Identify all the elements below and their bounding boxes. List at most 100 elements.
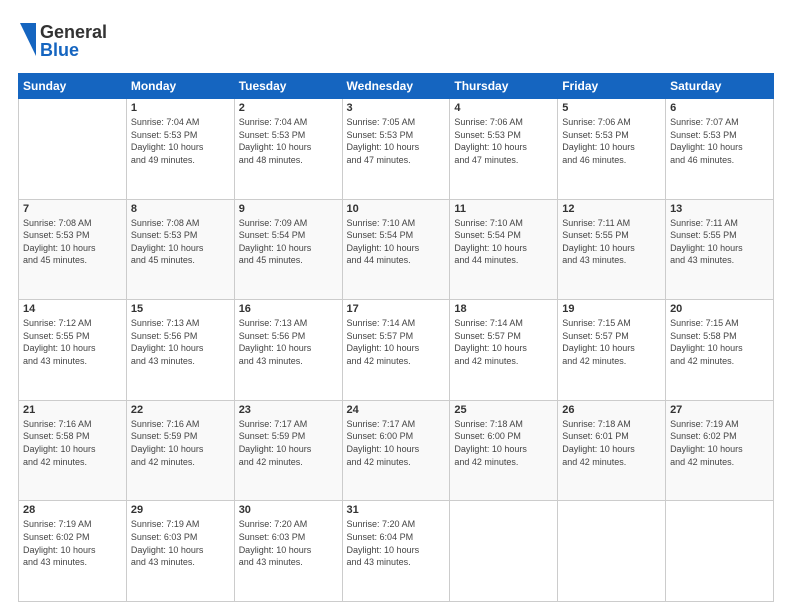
svg-text:Blue: Blue — [40, 40, 79, 60]
day-info: Sunrise: 7:07 AM Sunset: 5:53 PM Dayligh… — [670, 116, 769, 166]
calendar-row-4: 28 Sunrise: 7:19 AM Sunset: 6:02 PM Dayli… — [19, 501, 774, 602]
day-number: 1 — [131, 102, 230, 114]
day-info: Sunrise: 7:10 AM Sunset: 5:54 PM Dayligh… — [454, 217, 553, 267]
day-info: Sunrise: 7:10 AM Sunset: 5:54 PM Dayligh… — [347, 217, 446, 267]
calendar-cell: 2 Sunrise: 7:04 AM Sunset: 5:53 PM Daylig… — [234, 99, 342, 200]
day-info: Sunrise: 7:16 AM Sunset: 5:58 PM Dayligh… — [23, 418, 122, 468]
logo-svg: GeneralBlue — [18, 18, 108, 63]
day-info: Sunrise: 7:15 AM Sunset: 5:57 PM Dayligh… — [562, 317, 661, 367]
day-info: Sunrise: 7:05 AM Sunset: 5:53 PM Dayligh… — [347, 116, 446, 166]
day-number: 25 — [454, 404, 553, 416]
day-info: Sunrise: 7:18 AM Sunset: 6:00 PM Dayligh… — [454, 418, 553, 468]
page: GeneralBlue SundayMondayTuesdayWednesday… — [0, 0, 792, 612]
day-number: 28 — [23, 504, 122, 516]
day-info: Sunrise: 7:19 AM Sunset: 6:02 PM Dayligh… — [23, 518, 122, 568]
day-number: 19 — [562, 303, 661, 315]
day-number: 22 — [131, 404, 230, 416]
calendar-cell: 12 Sunrise: 7:11 AM Sunset: 5:55 PM Dayli… — [558, 199, 666, 300]
day-number: 14 — [23, 303, 122, 315]
weekday-header-thursday: Thursday — [450, 74, 558, 99]
weekday-header-row: SundayMondayTuesdayWednesdayThursdayFrid… — [19, 74, 774, 99]
day-number: 21 — [23, 404, 122, 416]
day-number: 29 — [131, 504, 230, 516]
header: GeneralBlue — [18, 18, 774, 63]
day-info: Sunrise: 7:09 AM Sunset: 5:54 PM Dayligh… — [239, 217, 338, 267]
calendar-cell: 16 Sunrise: 7:13 AM Sunset: 5:56 PM Dayli… — [234, 300, 342, 401]
day-number: 12 — [562, 203, 661, 215]
calendar-row-0: 1 Sunrise: 7:04 AM Sunset: 5:53 PM Daylig… — [19, 99, 774, 200]
calendar-cell — [666, 501, 774, 602]
day-number: 7 — [23, 203, 122, 215]
day-info: Sunrise: 7:15 AM Sunset: 5:58 PM Dayligh… — [670, 317, 769, 367]
day-info: Sunrise: 7:17 AM Sunset: 6:00 PM Dayligh… — [347, 418, 446, 468]
day-number: 27 — [670, 404, 769, 416]
calendar-cell — [450, 501, 558, 602]
day-info: Sunrise: 7:20 AM Sunset: 6:04 PM Dayligh… — [347, 518, 446, 568]
calendar-cell: 10Sunrise: 7:10 AM Sunset: 5:54 PM Dayli… — [342, 199, 450, 300]
calendar-cell: 3 Sunrise: 7:05 AM Sunset: 5:53 PM Daylig… — [342, 99, 450, 200]
day-number: 5 — [562, 102, 661, 114]
calendar-cell: 15 Sunrise: 7:13 AM Sunset: 5:56 PM Dayli… — [126, 300, 234, 401]
day-info: Sunrise: 7:17 AM Sunset: 5:59 PM Dayligh… — [239, 418, 338, 468]
day-info: Sunrise: 7:19 AM Sunset: 6:02 PM Dayligh… — [670, 418, 769, 468]
calendar-cell: 27 Sunrise: 7:19 AM Sunset: 6:02 PM Dayli… — [666, 400, 774, 501]
day-number: 15 — [131, 303, 230, 315]
day-info: Sunrise: 7:06 AM Sunset: 5:53 PM Dayligh… — [562, 116, 661, 166]
calendar-cell: 30 Sunrise: 7:20 AM Sunset: 6:03 PM Dayli… — [234, 501, 342, 602]
day-info: Sunrise: 7:11 AM Sunset: 5:55 PM Dayligh… — [562, 217, 661, 267]
calendar-cell: 18 Sunrise: 7:14 AM Sunset: 5:57 PM Dayli… — [450, 300, 558, 401]
calendar-cell: 8 Sunrise: 7:08 AM Sunset: 5:53 PM Daylig… — [126, 199, 234, 300]
day-number: 11 — [454, 203, 553, 215]
calendar-cell: 14Sunrise: 7:12 AM Sunset: 5:55 PM Dayli… — [19, 300, 127, 401]
calendar-cell: 20Sunrise: 7:15 AM Sunset: 5:58 PM Dayli… — [666, 300, 774, 401]
day-info: Sunrise: 7:16 AM Sunset: 5:59 PM Dayligh… — [131, 418, 230, 468]
weekday-header-monday: Monday — [126, 74, 234, 99]
day-info: Sunrise: 7:13 AM Sunset: 5:56 PM Dayligh… — [239, 317, 338, 367]
weekday-header-saturday: Saturday — [666, 74, 774, 99]
calendar-cell: 28 Sunrise: 7:19 AM Sunset: 6:02 PM Dayli… — [19, 501, 127, 602]
calendar-cell: 13Sunrise: 7:11 AM Sunset: 5:55 PM Dayli… — [666, 199, 774, 300]
day-number: 3 — [347, 102, 446, 114]
day-info: Sunrise: 7:18 AM Sunset: 6:01 PM Dayligh… — [562, 418, 661, 468]
day-number: 18 — [454, 303, 553, 315]
calendar-row-3: 21 Sunrise: 7:16 AM Sunset: 5:58 PM Dayli… — [19, 400, 774, 501]
day-info: Sunrise: 7:19 AM Sunset: 6:03 PM Dayligh… — [131, 518, 230, 568]
day-number: 9 — [239, 203, 338, 215]
weekday-header-tuesday: Tuesday — [234, 74, 342, 99]
calendar-table: SundayMondayTuesdayWednesdayThursdayFrid… — [18, 73, 774, 602]
calendar-cell: 23 Sunrise: 7:17 AM Sunset: 5:59 PM Dayli… — [234, 400, 342, 501]
calendar-cell: 31Sunrise: 7:20 AM Sunset: 6:04 PM Dayli… — [342, 501, 450, 602]
day-info: Sunrise: 7:08 AM Sunset: 5:53 PM Dayligh… — [131, 217, 230, 267]
calendar-cell: 21 Sunrise: 7:16 AM Sunset: 5:58 PM Dayli… — [19, 400, 127, 501]
logo: GeneralBlue — [18, 18, 108, 63]
calendar-cell — [19, 99, 127, 200]
day-info: Sunrise: 7:20 AM Sunset: 6:03 PM Dayligh… — [239, 518, 338, 568]
day-info: Sunrise: 7:04 AM Sunset: 5:53 PM Dayligh… — [239, 116, 338, 166]
calendar-cell: 4 Sunrise: 7:06 AM Sunset: 5:53 PM Daylig… — [450, 99, 558, 200]
calendar-cell: 6Sunrise: 7:07 AM Sunset: 5:53 PM Daylig… — [666, 99, 774, 200]
day-number: 4 — [454, 102, 553, 114]
day-info: Sunrise: 7:08 AM Sunset: 5:53 PM Dayligh… — [23, 217, 122, 267]
day-number: 16 — [239, 303, 338, 315]
calendar-cell: 19 Sunrise: 7:15 AM Sunset: 5:57 PM Dayli… — [558, 300, 666, 401]
calendar-cell: 1Sunrise: 7:04 AM Sunset: 5:53 PM Daylig… — [126, 99, 234, 200]
day-number: 17 — [347, 303, 446, 315]
calendar-cell — [558, 501, 666, 602]
calendar-row-2: 14Sunrise: 7:12 AM Sunset: 5:55 PM Dayli… — [19, 300, 774, 401]
calendar-cell: 29 Sunrise: 7:19 AM Sunset: 6:03 PM Dayli… — [126, 501, 234, 602]
calendar-cell: 7 Sunrise: 7:08 AM Sunset: 5:53 PM Daylig… — [19, 199, 127, 300]
day-info: Sunrise: 7:06 AM Sunset: 5:53 PM Dayligh… — [454, 116, 553, 166]
calendar-cell: 9 Sunrise: 7:09 AM Sunset: 5:54 PM Daylig… — [234, 199, 342, 300]
day-info: Sunrise: 7:14 AM Sunset: 5:57 PM Dayligh… — [454, 317, 553, 367]
svg-text:General: General — [40, 22, 107, 42]
calendar-cell: 26 Sunrise: 7:18 AM Sunset: 6:01 PM Dayli… — [558, 400, 666, 501]
calendar-cell: 11 Sunrise: 7:10 AM Sunset: 5:54 PM Dayli… — [450, 199, 558, 300]
day-number: 23 — [239, 404, 338, 416]
day-info: Sunrise: 7:13 AM Sunset: 5:56 PM Dayligh… — [131, 317, 230, 367]
day-number: 8 — [131, 203, 230, 215]
day-number: 30 — [239, 504, 338, 516]
calendar-row-1: 7 Sunrise: 7:08 AM Sunset: 5:53 PM Daylig… — [19, 199, 774, 300]
day-number: 2 — [239, 102, 338, 114]
day-number: 26 — [562, 404, 661, 416]
day-number: 24 — [347, 404, 446, 416]
